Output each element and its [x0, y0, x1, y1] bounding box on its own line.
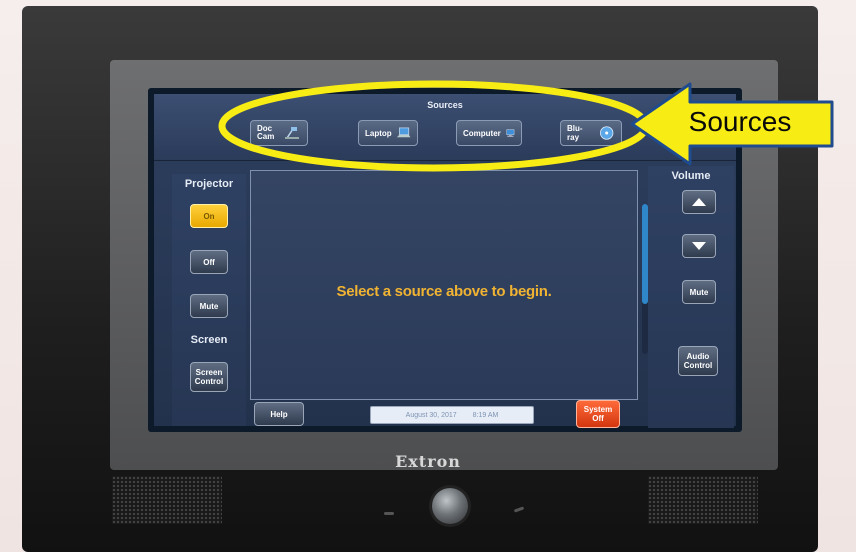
callout-label: Sources	[688, 106, 792, 137]
left-speaker-grille	[112, 476, 222, 524]
highlight-ellipse	[218, 80, 650, 172]
ir-sensor	[384, 512, 394, 515]
right-speaker-grille	[648, 476, 758, 524]
control-knob[interactable]	[432, 488, 468, 524]
extron-logo: Extron	[395, 452, 461, 471]
